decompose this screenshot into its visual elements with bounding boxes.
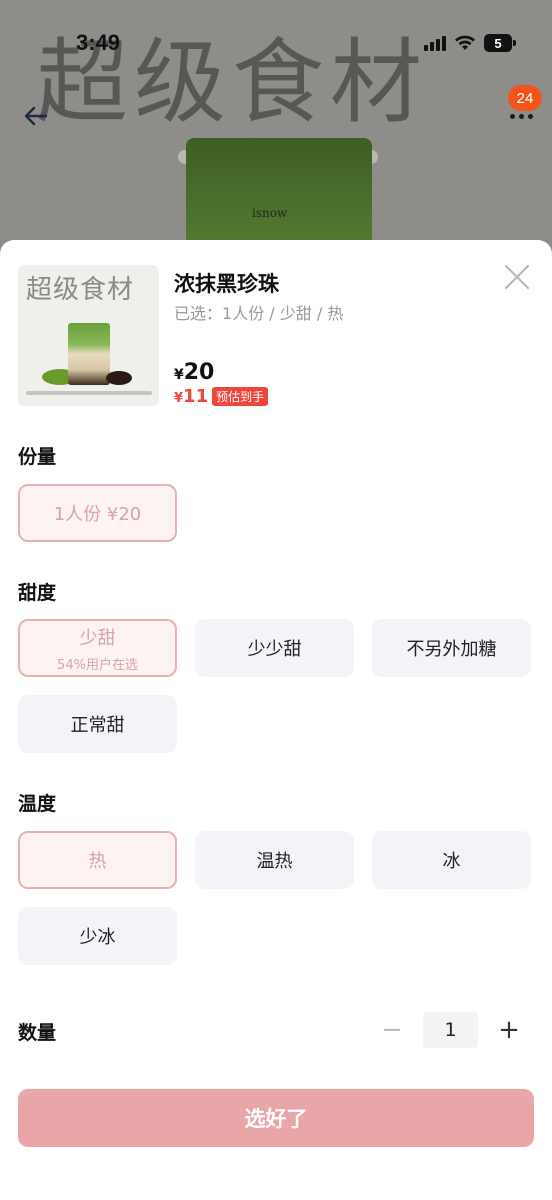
status-icons: 5 [424,34,516,52]
selected-summary: 已选：1人份 / 少甜 / 热 [174,300,343,324]
quantity-decrease-button[interactable]: − [380,1012,404,1048]
option-popularity: 54%用户在选 [57,657,138,673]
quantity-increase-button[interactable]: + [496,1012,522,1048]
wifi-icon [455,35,475,50]
option-label: 正常甜 [70,715,125,736]
option-label: 温热 [256,851,293,872]
selected-prefix: 已选： [174,304,223,323]
option-sweetness-less-sweet[interactable]: 少甜 54%用户在选 [18,619,177,677]
drink-cup-image [68,323,110,385]
option-label: 少少甜 [247,639,302,660]
selected-value: 1人份 / 少甜 / 热 [222,304,344,323]
signal-icon [424,35,446,51]
option-sweetness-very-less-sweet[interactable]: 少少甜 [195,619,354,677]
estimated-price-row: ¥ 11 预估到手 [174,386,269,407]
estimated-tag: 预估到手 [212,387,269,406]
thumbnail-caption [26,391,152,395]
price-value: 20 [183,360,215,385]
notification-badge: 24 [508,85,542,111]
option-label: 热 [88,851,107,872]
product-name: 浓抹黑珍珠 [174,272,279,296]
option-portion-1[interactable]: 1人份 ¥20 [18,484,177,542]
option-label: 1人份 ¥20 [53,504,142,525]
back-arrow-icon[interactable] [20,100,52,132]
close-icon[interactable] [502,262,532,292]
option-temperature-less-ice[interactable]: 少冰 [18,907,177,965]
option-sweetness-normal[interactable]: 正常甜 [18,695,177,753]
option-label: 冰 [442,851,461,872]
estimated-currency: ¥ [174,391,184,406]
price-currency: ¥ [174,367,184,383]
confirm-button[interactable]: 选好了 [18,1089,534,1147]
product-price: ¥ 20 [174,360,214,385]
option-label: 少甜 [79,627,116,649]
quantity-label: 数量 [18,1022,57,1044]
option-temperature-warm[interactable]: 温热 [195,831,354,889]
quantity-input[interactable]: 1 [423,1012,478,1048]
option-label: 少冰 [79,927,116,948]
background-product-page: 超级食材 isnow 3:49 5 24 [0,0,552,260]
option-sweetness-no-added-sugar[interactable]: 不另外加糖 [372,619,531,677]
background-watermark: 超级食材 [36,29,429,136]
section-title-portion: 份量 [18,446,57,468]
option-label: 不另外加糖 [406,639,497,660]
section-title-sweetness: 甜度 [18,582,57,604]
spec-selector-sheet: 超级食材 浓抹黑珍珠 已选：1人份 / 少甜 / 热 ¥ 20 ¥ 11 预估到… [0,240,552,1200]
estimated-price-value: 11 [183,386,209,407]
product-thumbnail: 超级食材 [18,265,159,406]
status-time: 3:49 [76,30,121,55]
option-temperature-ice[interactable]: 冰 [372,831,531,889]
estimated-price: ¥ 11 [174,386,208,407]
thumbnail-title: 超级食材 [26,275,135,305]
battery-icon: 5 [484,34,516,52]
option-temperature-hot[interactable]: 热 [18,831,177,889]
section-title-temperature: 温度 [18,793,57,815]
background-cup-text: isnow [252,206,288,220]
pearls-image [106,371,132,385]
